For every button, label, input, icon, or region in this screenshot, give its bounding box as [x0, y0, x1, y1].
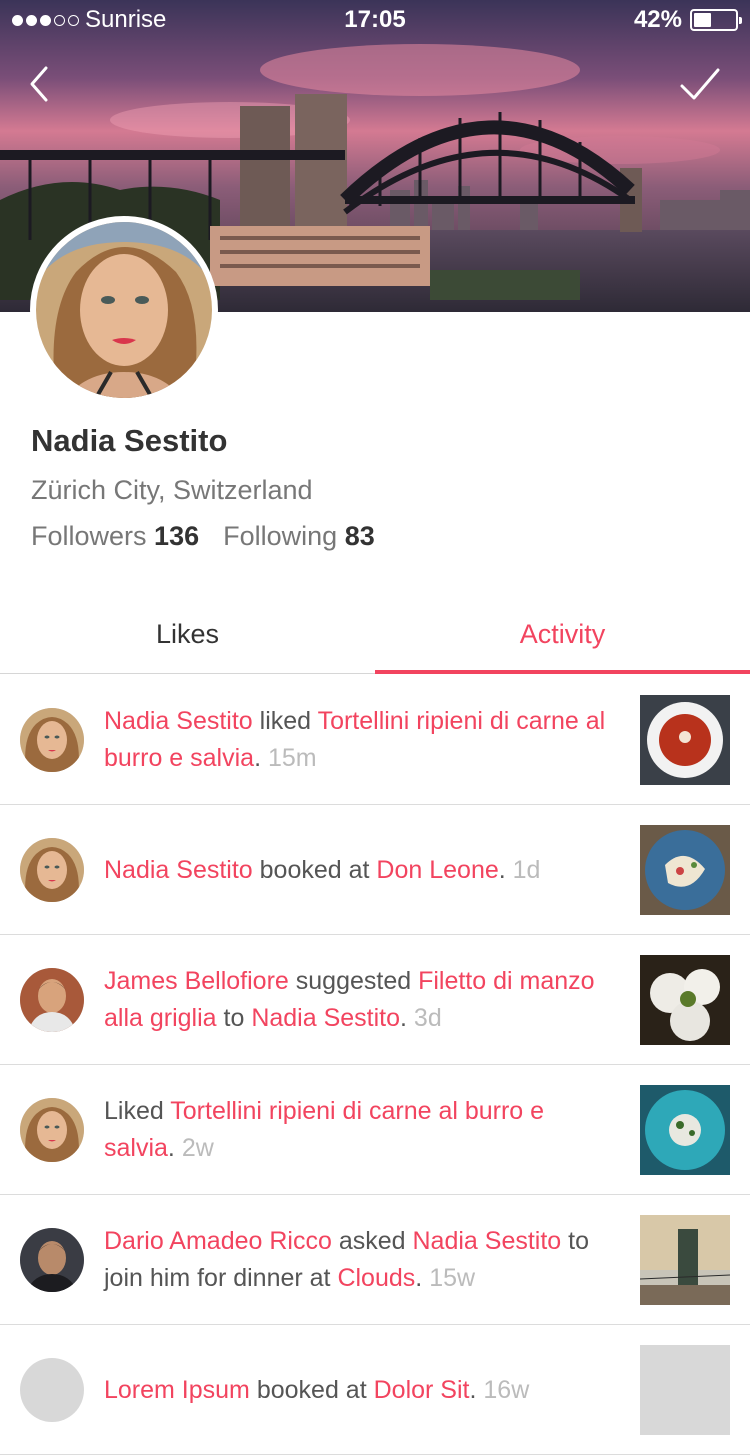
profile-name: Nadia Sestito: [31, 423, 228, 458]
activity-sentence: Lorem Ipsum booked at Dolor Sit. 16w: [104, 1372, 529, 1409]
activity-link[interactable]: Nadia Sestito: [251, 1004, 400, 1032]
profile-photo: [36, 222, 212, 398]
activity-link[interactable]: Lorem Ipsum: [104, 1376, 250, 1404]
activity-thumbnail[interactable]: [640, 1215, 730, 1305]
activity-timestamp: 15m: [267, 744, 317, 772]
user-avatar[interactable]: [20, 1228, 84, 1292]
activity-link[interactable]: Nadia Sestito: [104, 856, 253, 884]
signal-dot: [68, 14, 79, 26]
battery-info: 42%: [633, 6, 742, 34]
user-avatar[interactable]: [20, 968, 84, 1032]
followers-label: Followers: [31, 521, 147, 551]
activity-timestamp: 2w: [181, 1134, 214, 1162]
activity-row[interactable]: Dario Amadeo Ricco asked Nadia Sestito t…: [0, 1195, 750, 1325]
activity-link[interactable]: Dario Amadeo Ricco: [104, 1227, 332, 1255]
activity-timestamp: 15w: [429, 1264, 476, 1292]
activity-timestamp: 16w: [483, 1375, 530, 1404]
activity-link[interactable]: Clouds: [337, 1264, 415, 1292]
activity-text-part: .: [400, 1004, 414, 1032]
activity-text: Nadia Sestito booked at Don Leone. 1d: [104, 805, 614, 935]
avatar-placeholder[interactable]: [20, 1358, 84, 1422]
thumbnail-placeholder[interactable]: [640, 1345, 730, 1435]
activity-text: Liked Tortellini ripieni di carne al bur…: [104, 1065, 614, 1195]
tab-likes[interactable]: Likes: [0, 596, 375, 673]
activity-sentence: Dario Amadeo Ricco asked Nadia Sestito t…: [104, 1223, 614, 1297]
activity-timestamp: 3d: [413, 1004, 442, 1032]
activity-link[interactable]: Nadia Sestito: [104, 707, 253, 735]
activity-text-part: .: [167, 1134, 182, 1162]
activity-thumbnail[interactable]: [640, 955, 730, 1045]
activity-text: Lorem Ipsum booked at Dolor Sit. 16w: [104, 1325, 614, 1455]
signal-dot: [12, 14, 23, 26]
activity-sentence: Liked Tortellini ripieni di carne al bur…: [104, 1093, 614, 1167]
user-avatar[interactable]: [20, 1098, 84, 1162]
activity-text-part: Liked: [104, 1097, 171, 1125]
followers-count: 136: [154, 521, 200, 551]
following-stat[interactable]: Following 83: [223, 521, 375, 552]
following-count: 83: [344, 521, 375, 551]
battery-icon: [690, 9, 742, 31]
profile-location: Zürich City, Switzerland: [31, 475, 313, 505]
activity-text: James Bellofiore suggested Filetto di ma…: [104, 935, 614, 1065]
activity-text-part: .: [254, 744, 268, 772]
activity-row[interactable]: Nadia Sestito liked Tortellini ripieni d…: [0, 675, 750, 805]
activity-row[interactable]: Nadia Sestito booked at Don Leone. 1d: [0, 805, 750, 935]
activity-sentence: Nadia Sestito liked Tortellini ripieni d…: [104, 703, 614, 777]
activity-thumbnail[interactable]: [640, 1085, 730, 1175]
activity-text-part: booked at: [252, 855, 377, 884]
battery-percent: 42%: [633, 6, 682, 33]
chevron-left-icon: [30, 66, 48, 102]
activity-link[interactable]: Don Leone: [376, 856, 498, 884]
profile-avatar[interactable]: [30, 216, 218, 404]
signal-dot: [40, 14, 51, 26]
carrier-info: Sunrise: [12, 6, 166, 34]
activity-row[interactable]: James Bellofiore suggested Filetto di ma…: [0, 935, 750, 1065]
activity-link[interactable]: James Bellofiore: [104, 967, 289, 995]
activity-text-part: to: [216, 1004, 252, 1032]
activity-text: Dario Amadeo Ricco asked Nadia Sestito t…: [104, 1195, 614, 1325]
user-avatar[interactable]: [20, 708, 84, 772]
activity-text-part: .: [498, 855, 513, 884]
signal-strength-icon: [12, 14, 79, 26]
activity-text-part: suggested: [288, 967, 419, 995]
confirm-button[interactable]: [678, 62, 722, 106]
activity-text-part: .: [469, 1375, 484, 1404]
activity-link[interactable]: Nadia Sestito: [413, 1227, 562, 1255]
activity-text-part: booked at: [249, 1375, 374, 1404]
profile-tabs: Likes Activity: [0, 596, 750, 674]
activity-text-part: .: [415, 1264, 430, 1292]
activity-link[interactable]: Dolor Sit: [374, 1376, 470, 1404]
back-button[interactable]: [24, 62, 64, 106]
activity-list: Nadia Sestito liked Tortellini ripieni d…: [0, 675, 750, 1455]
activity-text-part: asked: [331, 1227, 413, 1255]
activity-text-part: liked: [252, 707, 318, 735]
user-avatar[interactable]: [20, 838, 84, 902]
activity-row[interactable]: Liked Tortellini ripieni di carne al bur…: [0, 1065, 750, 1195]
followers-stat[interactable]: Followers 136: [31, 521, 199, 552]
battery-level-fill: [694, 13, 711, 27]
signal-dot: [54, 14, 65, 26]
following-label: Following: [223, 521, 338, 551]
status-bar: Sunrise 17:05 42%: [0, 0, 750, 40]
activity-text: Nadia Sestito liked Tortellini ripieni d…: [104, 675, 614, 805]
activity-row[interactable]: Lorem Ipsum booked at Dolor Sit. 16w: [0, 1325, 750, 1455]
activity-thumbnail[interactable]: [640, 695, 730, 785]
activity-sentence: James Bellofiore suggested Filetto di ma…: [104, 963, 614, 1037]
carrier-name: Sunrise: [85, 6, 167, 33]
profile-stats: Followers 136 Following 83: [31, 521, 375, 552]
tab-activity[interactable]: Activity: [375, 596, 750, 674]
activity-thumbnail[interactable]: [640, 825, 730, 915]
activity-timestamp: 1d: [512, 855, 541, 884]
checkmark-icon: [680, 68, 720, 100]
activity-sentence: Nadia Sestito booked at Don Leone. 1d: [104, 852, 540, 889]
signal-dot: [26, 14, 37, 26]
